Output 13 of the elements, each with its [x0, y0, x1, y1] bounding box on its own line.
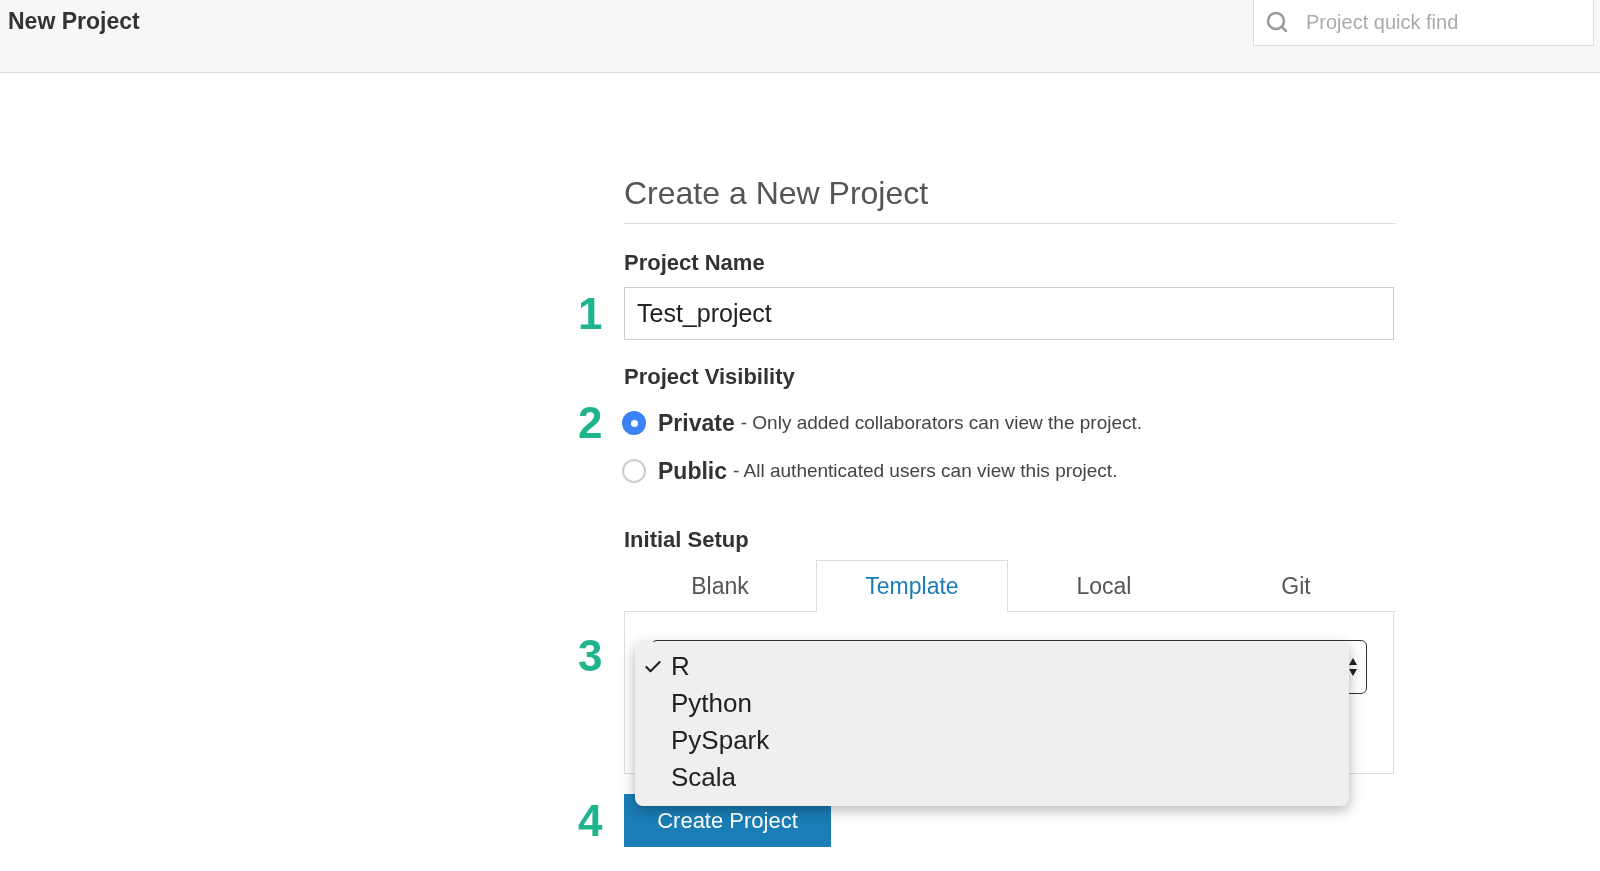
- field-label: Project Visibility: [624, 363, 796, 391]
- form-heading: Create a New Project: [624, 169, 1396, 224]
- radio-description: - Only added collaborators can view the project.: [740, 410, 1143, 435]
- step-number: 4: [578, 798, 603, 843]
- radio-label: Private: [658, 408, 735, 438]
- radio-description: - All authenticated users can view this project.: [733, 458, 1118, 483]
- radio-label: Public: [658, 456, 727, 486]
- page-title: New Project: [8, 7, 140, 36]
- step-number: 2: [578, 401, 603, 445]
- field-label: Project Name: [624, 249, 766, 277]
- step-number: 1: [578, 291, 603, 336]
- step-number: 3: [578, 634, 603, 678]
- field-label: Initial Setup: [624, 526, 750, 554]
